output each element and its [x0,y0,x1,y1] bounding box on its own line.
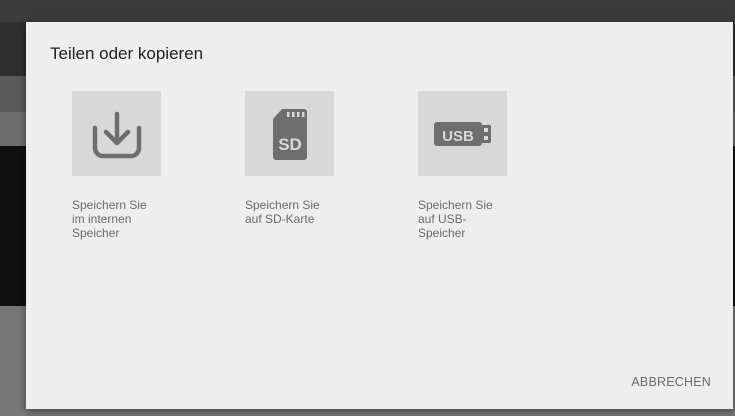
save-internal-storage-option[interactable]: Speichern Sie im internen Speicher [72,91,222,240]
option-label: Speichern Sie auf USB- Speicher [418,198,493,240]
option-tile[interactable]: SD [245,91,334,176]
option-tile[interactable]: USB [418,91,507,176]
save-usb-storage-option[interactable]: USB Speichern Sie auf USB- Speicher [418,91,568,240]
svg-text:USB: USB [442,128,474,145]
svg-text:SD: SD [278,135,302,154]
option-label: Speichern Sie auf SD-Karte [245,198,320,226]
background-band [0,0,735,22]
option-tile[interactable] [72,91,161,176]
download-icon [92,111,141,158]
save-sd-card-option[interactable]: SD Speichern Sie auf SD-Karte [245,91,395,226]
share-copy-dialog: Teilen oder kopieren Speichern Sie im in… [26,22,733,409]
dialog-title: Teilen oder kopieren [50,44,204,63]
cancel-button[interactable]: ABBRECHEN [631,375,711,389]
usb-icon: USB [433,121,491,146]
sd-card-icon: SD [272,108,307,160]
option-label: Speichern Sie im internen Speicher [72,198,147,240]
